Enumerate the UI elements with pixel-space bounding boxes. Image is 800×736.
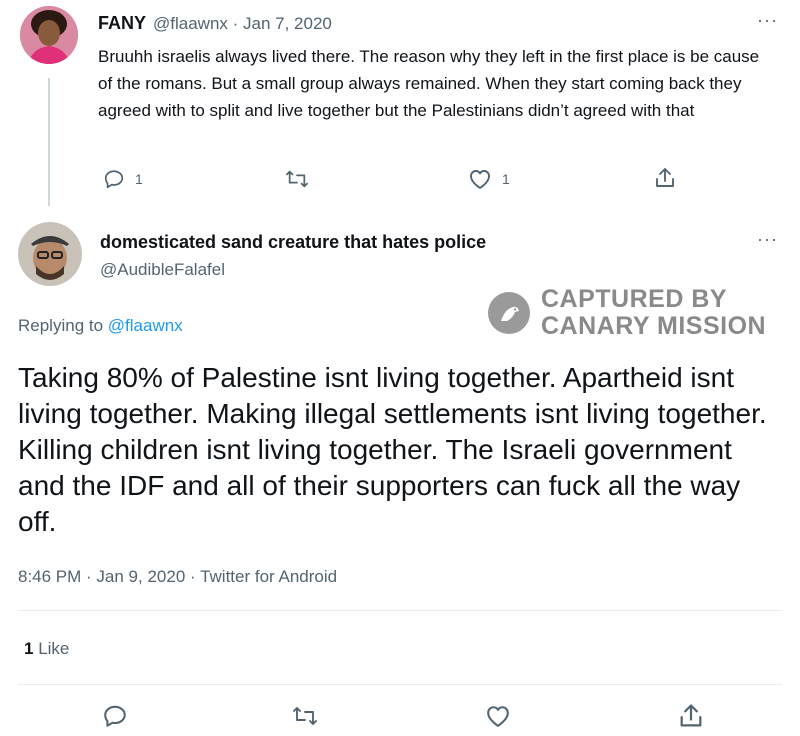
thread-line xyxy=(48,78,50,206)
parent-like-count: 1 xyxy=(502,171,510,187)
divider xyxy=(18,610,782,611)
likes-label: Like xyxy=(38,639,70,658)
heart-icon xyxy=(487,706,509,727)
parent-share-button[interactable] xyxy=(653,166,677,190)
replying-to: Replying to @flaawnx xyxy=(18,316,183,336)
watermark-line-1: CAPTURED BY xyxy=(541,285,728,313)
watermark-line-2: CANARY MISSION xyxy=(541,312,767,340)
parent-avatar[interactable] xyxy=(20,6,78,64)
avatar-image xyxy=(18,222,82,286)
divider xyxy=(18,684,782,685)
parent-more-icon[interactable]: ··· xyxy=(757,10,778,31)
retweet-button[interactable] xyxy=(290,704,320,728)
like-button[interactable] xyxy=(484,704,512,728)
parent-handle-date[interactable]: @flaawnx · Jan 7, 2020 xyxy=(153,14,332,34)
reply-icon xyxy=(104,170,124,189)
parent-tweet-text: Bruuhh israelis always lived there. The … xyxy=(98,47,760,120)
main-tweet-text: Taking 80% of Palestine isnt living toge… xyxy=(18,362,767,537)
reply-icon xyxy=(104,705,126,727)
share-button[interactable] xyxy=(677,702,705,730)
likes-count: 1 xyxy=(24,639,34,658)
canary-mission-watermark: CAPTURED BY CANARY MISSION xyxy=(487,286,766,340)
main-avatar[interactable] xyxy=(18,222,82,286)
reply-button[interactable] xyxy=(102,703,128,729)
canary-logo-icon xyxy=(488,292,530,334)
share-icon xyxy=(680,704,702,727)
parent-reply-button[interactable]: 1 xyxy=(103,168,143,190)
replying-to-label: Replying to xyxy=(18,316,108,335)
parent-author-name[interactable]: FANY xyxy=(98,13,146,34)
avatar-image xyxy=(20,6,78,64)
parent-reply-count: 1 xyxy=(135,171,143,187)
retweet-icon xyxy=(293,707,317,725)
main-more-icon[interactable]: ··· xyxy=(757,229,778,250)
parent-like-button[interactable]: 1 xyxy=(468,168,510,190)
parent-retweet-button[interactable] xyxy=(284,168,310,190)
retweet-icon xyxy=(286,170,308,188)
likes-stat[interactable]: 1 Like xyxy=(24,639,69,659)
replying-to-handle-link[interactable]: @flaawnx xyxy=(108,316,183,335)
share-icon xyxy=(656,168,674,187)
heart-icon xyxy=(470,170,490,189)
tweet-timestamp-source[interactable]: 8:46 PM · Jan 9, 2020 · Twitter for Andr… xyxy=(18,567,337,587)
main-author-name[interactable]: domesticated sand creature that hates po… xyxy=(100,232,486,253)
main-handle[interactable]: @AudibleFalafel xyxy=(100,260,225,280)
